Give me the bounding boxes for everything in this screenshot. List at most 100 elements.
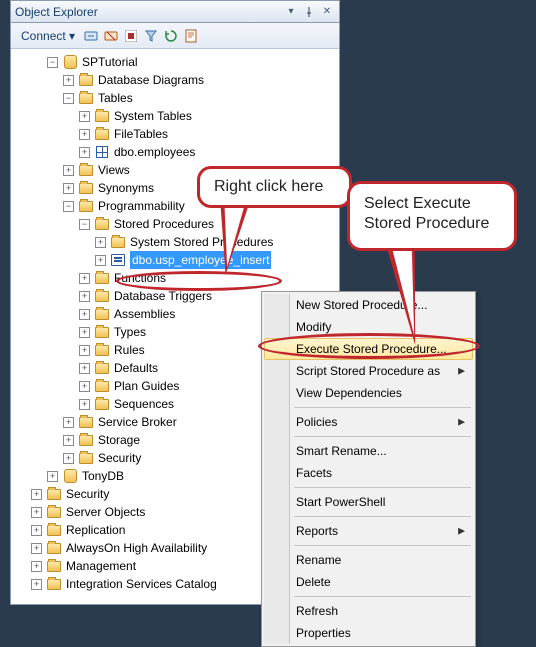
tree-node-label[interactable]: Synonyms — [98, 179, 154, 197]
tree-node[interactable]: + FileTables — [15, 125, 339, 143]
expander-icon[interactable]: + — [31, 543, 42, 554]
disconnect-icon[interactable] — [103, 28, 119, 44]
tree-node-label[interactable]: Management — [66, 557, 136, 575]
tree-node-label[interactable]: Types — [114, 323, 146, 341]
folder-icon — [78, 198, 94, 214]
expander-icon[interactable]: + — [79, 309, 90, 320]
context-menu-item[interactable]: Script Stored Procedure as▶ — [264, 360, 473, 382]
tree-node[interactable]: − SPTutorial — [15, 53, 339, 71]
context-menu-item[interactable]: Facets — [264, 462, 473, 484]
tree-node-label[interactable]: Views — [98, 161, 130, 179]
tree-node-label[interactable]: Security — [66, 485, 109, 503]
context-menu-item[interactable]: Modify — [264, 316, 473, 338]
tree-node-label[interactable]: System Tables — [114, 107, 192, 125]
context-menu-item[interactable]: Execute Stored Procedure... — [264, 338, 473, 360]
callout-text: Right click here — [214, 177, 323, 197]
tree-node[interactable]: + System Stored Procedures — [15, 233, 339, 251]
filter-icon[interactable] — [143, 28, 159, 44]
tree-node-label[interactable]: Assemblies — [114, 305, 175, 323]
refresh-icon[interactable] — [163, 28, 179, 44]
expander-icon[interactable]: + — [79, 399, 90, 410]
tree-node-label[interactable]: Functions — [114, 269, 166, 287]
expander-icon[interactable]: + — [79, 147, 90, 158]
tree-node-label[interactable]: Defaults — [114, 359, 158, 377]
close-icon[interactable]: ✕ — [319, 5, 335, 19]
context-menu-item[interactable]: Delete — [264, 571, 473, 593]
tree-node-label[interactable]: TonyDB — [82, 467, 124, 485]
expander-icon[interactable]: + — [79, 273, 90, 284]
context-menu-item[interactable]: Policies▶ — [264, 411, 473, 433]
expander-icon[interactable]: − — [63, 93, 74, 104]
tree-node-label[interactable]: Stored Procedures — [114, 215, 214, 233]
context-menu-item[interactable]: Start PowerShell — [264, 491, 473, 513]
tree-node-label[interactable]: System Stored Procedures — [130, 233, 273, 251]
expander-icon[interactable]: + — [79, 327, 90, 338]
expander-icon[interactable]: + — [95, 255, 106, 266]
expander-icon[interactable]: + — [79, 381, 90, 392]
tree-node[interactable]: + dbo.usp_employee_insert — [15, 251, 339, 269]
tree-node-label[interactable]: Tables — [98, 89, 133, 107]
stored-procedure-icon — [110, 252, 126, 268]
tree-node-label[interactable]: Integration Services Catalog — [66, 575, 217, 593]
tree-node-label[interactable]: Database Triggers — [114, 287, 212, 305]
tree-node-label[interactable]: Replication — [66, 521, 125, 539]
tree-node[interactable]: + dbo.employees — [15, 143, 339, 161]
expander-icon[interactable]: + — [31, 507, 42, 518]
context-menu-item[interactable]: New Stored Procedure... — [264, 294, 473, 316]
tree-node-label[interactable]: Rules — [114, 341, 145, 359]
tree-node-label[interactable]: Database Diagrams — [98, 71, 204, 89]
context-menu-item[interactable]: Rename — [264, 549, 473, 571]
expander-icon[interactable]: + — [31, 489, 42, 500]
context-menu-item[interactable]: Reports▶ — [264, 520, 473, 542]
expander-icon[interactable]: + — [63, 417, 74, 428]
expander-icon[interactable]: + — [79, 111, 90, 122]
context-menu-item[interactable]: Smart Rename... — [264, 440, 473, 462]
connect-button[interactable]: Connect ▾ — [17, 27, 79, 45]
expander-icon[interactable]: − — [63, 201, 74, 212]
expander-icon[interactable]: + — [31, 525, 42, 536]
tree-node-label[interactable]: Server Objects — [66, 503, 145, 521]
tree-node-label[interactable]: SPTutorial — [82, 53, 138, 71]
stop-icon[interactable] — [123, 28, 139, 44]
tree-node-label[interactable]: Security — [98, 449, 141, 467]
menu-separator — [294, 596, 471, 597]
tree-node[interactable]: − Stored Procedures — [15, 215, 339, 233]
expander-icon[interactable]: + — [95, 237, 106, 248]
expander-icon[interactable]: + — [47, 471, 58, 482]
expander-icon[interactable]: + — [63, 183, 74, 194]
expander-icon[interactable]: + — [31, 561, 42, 572]
tree-node-label[interactable]: FileTables — [114, 125, 168, 143]
tree-node[interactable]: − Tables — [15, 89, 339, 107]
expander-icon[interactable]: − — [47, 57, 58, 68]
expander-icon[interactable]: + — [63, 165, 74, 176]
tree-node-label[interactable]: Plan Guides — [114, 377, 179, 395]
expander-icon[interactable]: + — [79, 363, 90, 374]
context-menu-item[interactable]: View Dependencies — [264, 382, 473, 404]
expander-icon[interactable]: + — [63, 75, 74, 86]
tree-node[interactable]: + System Tables — [15, 107, 339, 125]
dropdown-position-icon[interactable]: ▾ — [283, 5, 299, 19]
context-menu-item[interactable]: Refresh — [264, 600, 473, 622]
tree-node[interactable]: + Functions — [15, 269, 339, 287]
tree-node-label[interactable]: Service Broker — [98, 413, 177, 431]
expander-icon[interactable]: + — [79, 291, 90, 302]
tree-node-label[interactable]: Sequences — [114, 395, 174, 413]
expander-icon[interactable]: + — [63, 453, 74, 464]
tree-node-label[interactable]: dbo.usp_employee_insert — [130, 251, 271, 269]
connect-object-icon[interactable] — [83, 28, 99, 44]
expander-icon[interactable]: + — [79, 129, 90, 140]
panel-titlebar: Object Explorer ▾ ✕ — [11, 1, 339, 23]
expander-icon[interactable]: + — [63, 435, 74, 446]
pin-icon[interactable] — [301, 5, 317, 19]
tree-node-label[interactable]: dbo.employees — [114, 143, 195, 161]
menu-item-label: Rename — [296, 553, 341, 567]
tree-node-label[interactable]: AlwaysOn High Availability — [66, 539, 207, 557]
tree-node-label[interactable]: Programmability — [98, 197, 185, 215]
expander-icon[interactable]: − — [79, 219, 90, 230]
context-menu-item[interactable]: Properties — [264, 622, 473, 644]
expander-icon[interactable]: + — [31, 579, 42, 590]
expander-icon[interactable]: + — [79, 345, 90, 356]
script-icon[interactable] — [183, 28, 199, 44]
tree-node[interactable]: + Database Diagrams — [15, 71, 339, 89]
tree-node-label[interactable]: Storage — [98, 431, 140, 449]
